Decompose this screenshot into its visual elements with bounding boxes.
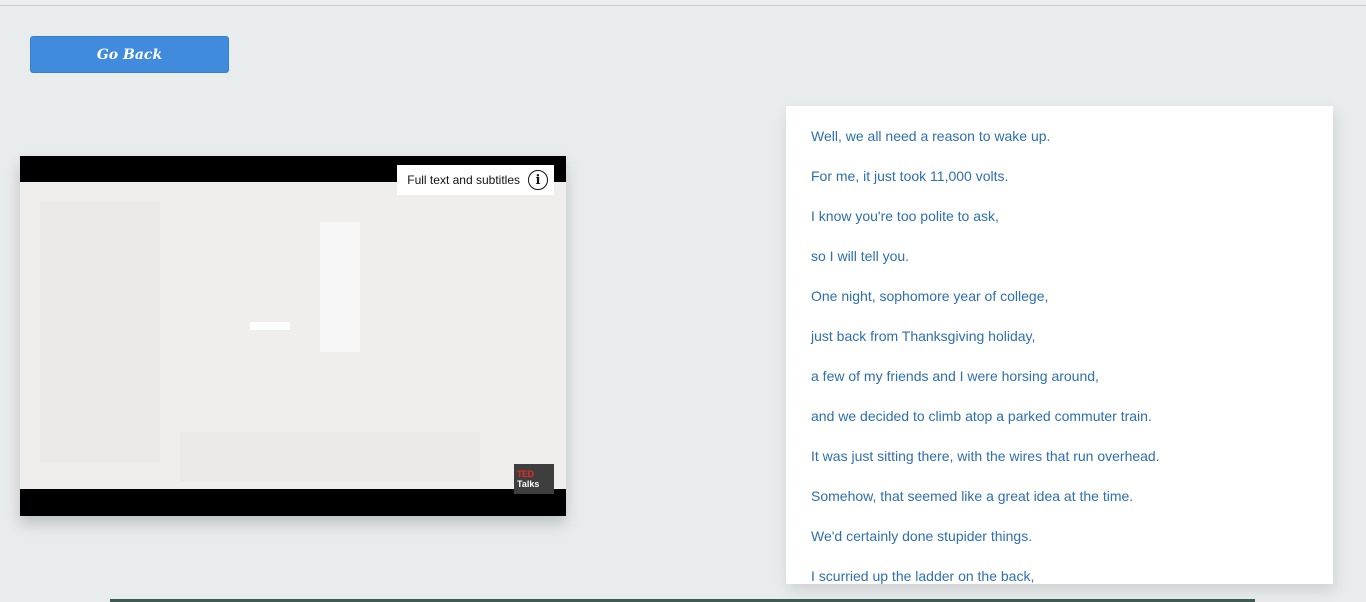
transcript-line[interactable]: so I will tell you. [811,246,1308,286]
transcript-line[interactable]: For me, it just took 11,000 volts. [811,166,1308,206]
transcript-line[interactable]: and we decided to climb atop a parked co… [811,406,1308,446]
transcript-line[interactable]: Somehow, that seemed like a great idea a… [811,486,1308,526]
transcript-line[interactable]: I scurried up the ladder on the back, [811,566,1308,584]
info-icon: i [528,170,548,190]
transcript-line[interactable]: It was just sitting there, with the wire… [811,446,1308,486]
ted-talks-logo: TED Talks [514,464,554,494]
video-scene-shape [320,222,360,352]
video-player[interactable]: Full text and subtitles i TED Talks [20,156,566,516]
transcript-panel[interactable]: Well, we all need a reason to wake up. F… [786,106,1333,584]
top-border [0,0,1366,6]
full-text-subtitles-button[interactable]: Full text and subtitles i [397,165,554,195]
transcript-line[interactable]: We'd certainly done stupider things. [811,526,1308,566]
transcript-line[interactable]: a few of my friends and I were horsing a… [811,366,1308,406]
video-frame[interactable] [20,182,566,489]
transcript-line[interactable]: just back from Thanksgiving holiday, [811,326,1308,366]
transcript-line[interactable]: One night, sophomore year of college, [811,286,1308,326]
video-scene-shape [40,202,160,462]
ted-logo-text: TED [517,469,534,479]
go-back-button[interactable]: Go Back [30,36,229,73]
video-scene-shape [180,432,480,482]
video-scene-shape [250,322,290,330]
transcript-line[interactable]: Well, we all need a reason to wake up. [811,126,1308,166]
transcript-line[interactable]: I know you're too polite to ask, [811,206,1308,246]
talks-logo-text: Talks [517,479,540,489]
full-text-subtitles-label: Full text and subtitles [407,173,520,187]
